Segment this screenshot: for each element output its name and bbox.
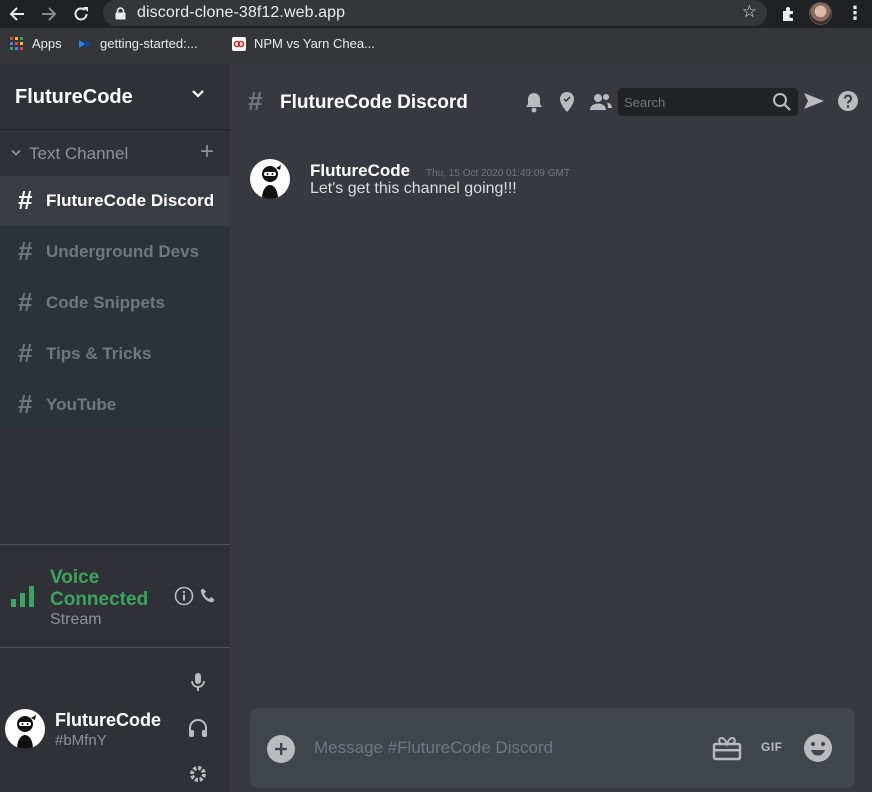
voice-status-panel: Voice Connected Stream bbox=[0, 544, 230, 648]
bookmark-getting-started[interactable]: getting-started:... bbox=[78, 36, 198, 51]
plus-icon bbox=[275, 743, 287, 755]
server-header[interactable]: FlutureCode bbox=[0, 64, 230, 130]
search-input[interactable] bbox=[624, 92, 764, 112]
lock-icon bbox=[115, 7, 126, 20]
channel-name: Code Snippets bbox=[46, 293, 166, 312]
chevron-down-icon[interactable] bbox=[10, 147, 22, 159]
hash-icon: # bbox=[18, 287, 33, 317]
search-icon[interactable] bbox=[772, 92, 792, 112]
site-favicon-icon bbox=[232, 36, 246, 51]
browser-menu-icon[interactable]: ⋮ bbox=[846, 3, 864, 23]
channel-name: FlutureCode Discord bbox=[46, 191, 215, 210]
channel-item-underground-devs[interactable]: # Underground Devs bbox=[0, 227, 230, 277]
info-icon[interactable] bbox=[174, 586, 194, 606]
send-icon[interactable] bbox=[803, 90, 825, 112]
arrow-right-icon bbox=[42, 7, 57, 21]
forward-button[interactable] bbox=[39, 4, 59, 24]
headphones-icon[interactable] bbox=[187, 717, 209, 739]
bookmark-apps[interactable]: Apps bbox=[10, 36, 62, 51]
gift-icon[interactable] bbox=[712, 735, 742, 761]
hash-icon: # bbox=[248, 86, 263, 116]
channel-title: FlutureCode Discord bbox=[280, 92, 468, 113]
gear-icon[interactable] bbox=[187, 763, 209, 785]
browser-toolbar: discord-clone-38f12.web.app ☆ ⋮ bbox=[0, 0, 872, 28]
profile-avatar[interactable] bbox=[809, 2, 832, 25]
arrow-left-icon bbox=[9, 7, 24, 21]
text-channel-category[interactable]: Text Channel + bbox=[0, 140, 230, 166]
bookmark-npm-vs-yarn[interactable]: NPM vs Yarn Chea... bbox=[232, 36, 375, 51]
user-name: FlutureCode bbox=[55, 710, 161, 730]
pin-location-icon[interactable] bbox=[557, 90, 577, 114]
extensions-puzzle-icon[interactable] bbox=[779, 4, 799, 24]
chevron-down-icon[interactable] bbox=[190, 86, 206, 102]
apps-grid-icon bbox=[10, 36, 23, 50]
channel-name: Underground Devs bbox=[46, 242, 200, 261]
hash-icon: # bbox=[18, 185, 33, 215]
user-panel: FlutureCode #bMfnY bbox=[0, 648, 230, 792]
hash-icon: # bbox=[18, 338, 33, 368]
bookmarks-bar: Apps getting-started:... NPM vs Yarn Che… bbox=[0, 28, 872, 64]
phone-icon[interactable] bbox=[198, 586, 218, 606]
address-bar[interactable]: discord-clone-38f12.web.app ☆ bbox=[103, 0, 767, 26]
message-author: FlutureCode bbox=[310, 161, 411, 180]
message-text: Let's get this channel going!!! bbox=[310, 180, 517, 197]
user-tag: #bMfnY bbox=[55, 732, 107, 749]
chat-message: FlutureCode Thu, 15 Oct 2020 01:49:09 GM… bbox=[230, 156, 872, 206]
message-timestamp: Thu, 15 Oct 2020 01:49:09 GMT bbox=[426, 168, 570, 179]
gif-button[interactable]: GIF bbox=[761, 740, 783, 754]
add-channel-icon[interactable]: + bbox=[200, 140, 214, 164]
voice-stream-label: Stream bbox=[50, 611, 102, 628]
bookmark-label: NPM vs Yarn Chea... bbox=[254, 36, 375, 51]
search-box[interactable] bbox=[618, 88, 798, 116]
hash-icon: # bbox=[18, 389, 33, 419]
channel-item-tips-tricks[interactable]: # Tips & Tricks bbox=[0, 329, 230, 379]
members-icon[interactable] bbox=[589, 90, 613, 114]
bookmark-label: getting-started:... bbox=[100, 36, 198, 51]
bookmark-star-icon[interactable]: ☆ bbox=[742, 2, 757, 22]
channel-item-flutureCode-discord[interactable]: # FlutureCode Discord bbox=[0, 176, 230, 226]
ninja-avatar-icon bbox=[17, 715, 36, 749]
message-input[interactable] bbox=[314, 736, 694, 760]
signal-strength-icon bbox=[11, 586, 34, 607]
emoji-icon[interactable] bbox=[803, 733, 833, 763]
voice-connected-label: Voice Connected bbox=[50, 567, 149, 610]
message-composer: GIF bbox=[250, 708, 855, 788]
avatar[interactable] bbox=[250, 159, 290, 199]
category-label: Text Channel bbox=[29, 144, 129, 163]
back-button[interactable] bbox=[7, 4, 27, 24]
channel-item-youtube[interactable]: # YouTube bbox=[0, 380, 230, 430]
chat-header: # FlutureCode Discord bbox=[230, 64, 872, 140]
bookmark-label: Apps bbox=[32, 36, 62, 51]
help-icon[interactable] bbox=[837, 90, 859, 112]
add-attachment-button[interactable] bbox=[267, 735, 295, 763]
channel-item-code-snippets[interactable]: # Code Snippets bbox=[0, 278, 230, 328]
bell-icon[interactable] bbox=[523, 90, 545, 114]
site-favicon-icon bbox=[79, 39, 91, 48]
reload-icon bbox=[74, 7, 88, 21]
server-name: FlutureCode bbox=[15, 86, 133, 108]
microphone-icon[interactable] bbox=[187, 671, 209, 693]
channel-sidebar: FlutureCode Text Channel + # FlutureCode… bbox=[0, 64, 230, 792]
chat-area: # FlutureCode Discord FlutureCode Thu, 1… bbox=[230, 64, 872, 792]
reload-button[interactable] bbox=[71, 4, 91, 24]
url-text: discord-clone-38f12.web.app bbox=[137, 4, 346, 21]
channel-list: # FlutureCode Discord # Underground Devs… bbox=[0, 176, 230, 428]
channel-name: Tips & Tricks bbox=[46, 344, 152, 363]
hash-icon: # bbox=[18, 236, 33, 266]
ninja-avatar-icon bbox=[262, 165, 281, 199]
avatar[interactable] bbox=[5, 709, 45, 749]
channel-name: YouTube bbox=[46, 395, 117, 414]
